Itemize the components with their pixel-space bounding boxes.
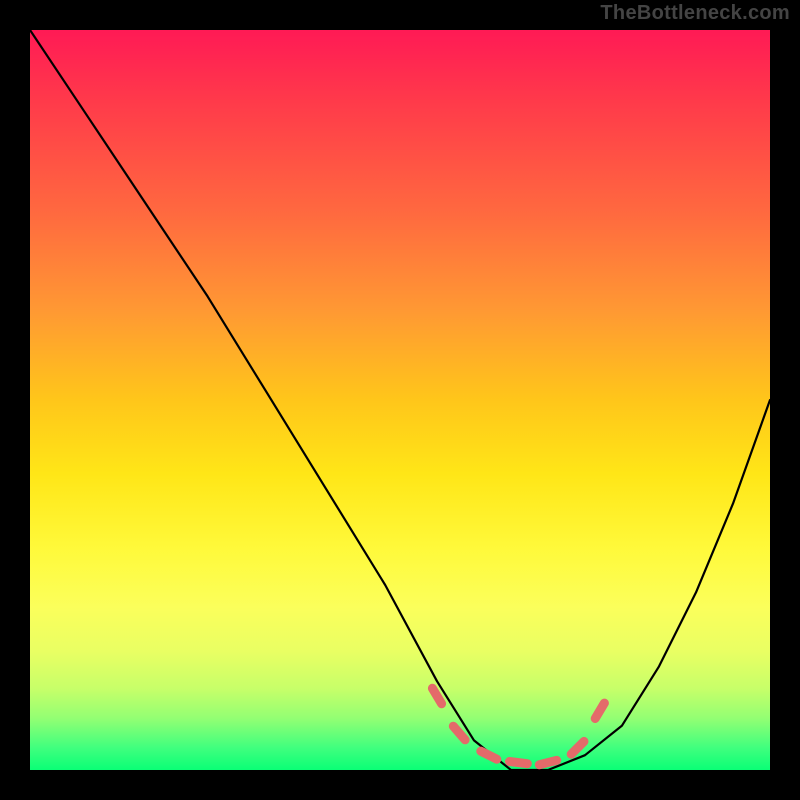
trough-dash [595,703,604,718]
bottleneck-curve-path [30,30,770,770]
trough-dash [481,751,497,759]
curve-svg [30,30,770,770]
trough-dash [432,688,441,703]
chart-frame: TheBottleneck.com [0,0,800,800]
trough-dash [539,760,556,764]
watermark-text: TheBottleneck.com [600,2,790,25]
trough-dash [571,741,584,754]
trough-dash [510,762,528,764]
trough-dashes [432,688,604,765]
plot-area [30,30,770,770]
trough-dash [453,726,465,740]
